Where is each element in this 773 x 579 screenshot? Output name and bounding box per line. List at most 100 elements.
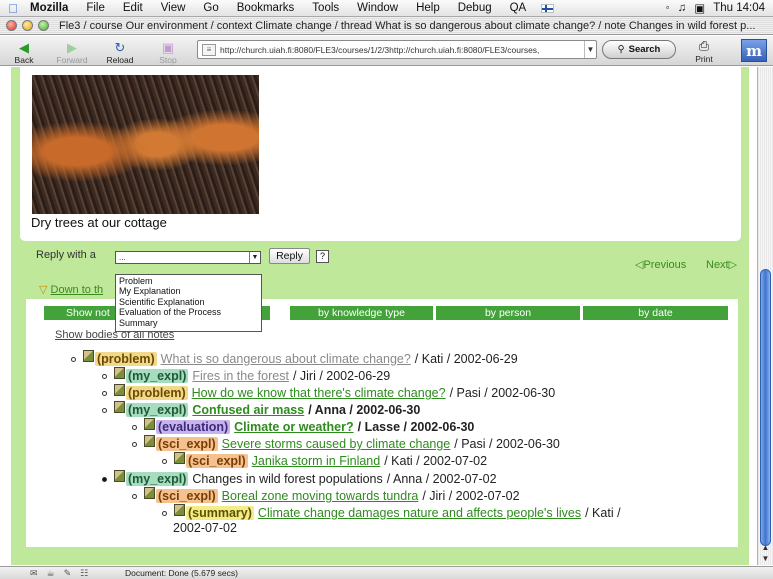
back-arrow-icon: ◀ [19, 39, 29, 55]
menu-file[interactable]: File [77, 2, 114, 14]
thread-node: (my_expl) Confused air mass / Anna / 200… [102, 401, 421, 417]
url-history-dropdown-icon[interactable]: ▼ [584, 41, 596, 58]
note-link[interactable]: Janika storm in Finland [252, 454, 381, 468]
scroll-down-arrow-icon[interactable]: ▼ [759, 554, 772, 564]
forward-arrow-icon: ▶ [67, 39, 77, 55]
tab-by-person[interactable]: by person [436, 306, 580, 320]
close-window-button[interactable] [6, 20, 17, 31]
stop-button[interactable]: ▣ Stop [144, 37, 192, 65]
reload-button[interactable]: ↻ Reload [96, 37, 144, 65]
mail-icon[interactable]: ✉ [30, 568, 38, 579]
vertical-scrollbar[interactable]: ▲ ▼ [757, 67, 773, 565]
option-evaluation-of-process[interactable]: Evaluation of the Process [119, 307, 258, 317]
page-favicon-icon: ≡ [202, 43, 216, 56]
note-meta: / Anna / 2002-06-30 [308, 403, 421, 417]
menu-debug[interactable]: Debug [449, 2, 501, 14]
note-meta: / Kati / 2002-06-29 [414, 352, 518, 366]
previous-link[interactable]: ◁Previous [635, 258, 686, 271]
note-body: Dry trees at our cottage [20, 67, 741, 241]
menu-help[interactable]: Help [407, 2, 449, 14]
thread-node: (sci_expl) Boreal zone moving towards tu… [132, 487, 520, 503]
print-label: Print [695, 54, 713, 64]
window-title: Fle3 / course Our environment / context … [59, 19, 756, 32]
knowledge-type-tag: (problem) [95, 352, 157, 366]
tab-by-date[interactable]: by date [583, 306, 728, 320]
thread-node-date-wrap: 2002-07-02 [173, 521, 237, 535]
volume-icon[interactable]: ♫ [678, 2, 687, 14]
knowledge-type-tag: (sci_expl) [156, 489, 218, 503]
thread-node-current: (my_expl) Changes in wild forest populat… [102, 470, 497, 486]
wifi-icon[interactable]: ◦ [666, 2, 670, 14]
bullet-icon [162, 458, 167, 464]
zoom-window-button[interactable] [38, 20, 49, 31]
print-button[interactable]: ⎙ Print [686, 38, 722, 64]
note-link[interactable]: Boreal zone moving towards tundra [222, 489, 419, 503]
addressbook-icon[interactable]: ☷ [80, 568, 88, 579]
navigator-icon[interactable]: ☕ [47, 568, 55, 579]
knowledge-type-tag: (summary) [186, 506, 254, 520]
option-summary[interactable]: Summary [119, 318, 258, 328]
note-link[interactable]: Climate change damages nature and affect… [258, 506, 581, 520]
window-title-bar[interactable]: Fle3 / course Our environment / context … [0, 17, 773, 35]
bullet-icon [132, 493, 137, 499]
help-button[interactable]: ? [316, 250, 329, 263]
forward-button[interactable]: ▶ Forward [48, 37, 96, 65]
mozilla-logo-icon[interactable]: m [741, 39, 767, 62]
url-bar[interactable]: ≡ http://church.uiah.fi:8080/FLE3/course… [197, 40, 597, 59]
note-link[interactable]: Climate or weather? [234, 420, 353, 434]
current-bullet-icon [102, 476, 107, 482]
menu-view[interactable]: View [152, 2, 195, 14]
note-icon [83, 350, 94, 362]
bullet-icon [132, 441, 137, 447]
note-icon [144, 418, 155, 430]
note-link[interactable]: Severe storms caused by climate change [222, 437, 451, 451]
select-arrow-icon[interactable]: ▼ [249, 252, 260, 263]
note-icon [174, 452, 185, 464]
search-button[interactable]: ⚲ Search [602, 40, 676, 59]
scroll-up-arrow-icon[interactable]: ▲ [759, 543, 772, 553]
option-problem[interactable]: Problem [119, 276, 258, 286]
composer-icon[interactable]: ✎ [64, 568, 72, 579]
scrollbar-thumb[interactable] [760, 269, 771, 546]
menu-tools[interactable]: Tools [303, 2, 348, 14]
reload-label: Reload [106, 54, 134, 65]
url-input[interactable]: http://church.uiah.fi:8080/FLE3/courses/… [220, 45, 584, 55]
reply-button[interactable]: Reply [269, 248, 310, 264]
thread-node: (sci_expl) Severe storms caused by clima… [132, 435, 560, 451]
reply-type-dropdown: Problem My Explanation Scientific Explan… [115, 274, 262, 332]
option-scientific-explanation[interactable]: Scientific Explanation [119, 297, 258, 307]
menu-app[interactable]: Mozilla [26, 2, 77, 14]
back-button[interactable]: ◀ Back [0, 37, 48, 65]
tab-by-knowledge-type[interactable]: by knowledge type [290, 306, 433, 320]
apple-menu-icon[interactable]:  [0, 1, 26, 16]
note-link[interactable]: What is so dangerous about climate chang… [161, 352, 411, 366]
option-my-explanation[interactable]: My Explanation [119, 286, 258, 296]
minimize-window-button[interactable] [22, 20, 33, 31]
note-icon [114, 367, 125, 379]
reply-type-select[interactable]: ... ▼ [115, 251, 261, 264]
menu-bookmarks[interactable]: Bookmarks [228, 2, 304, 14]
current-note-title: Changes in wild forest populations [192, 472, 383, 486]
menu-edit[interactable]: Edit [114, 2, 152, 14]
knowledge-type-tag: (sci_expl) [156, 437, 218, 451]
clock[interactable]: Thu 14:04 [713, 2, 765, 14]
thread-node: (my_expl) Fires in the forest / Jiri / 2… [102, 367, 390, 383]
menu-qa[interactable]: QA [501, 2, 536, 14]
note-link[interactable]: Fires in the forest [192, 369, 289, 383]
next-link[interactable]: Next▷ [706, 258, 737, 271]
down-to-thread-link[interactable]: ▽ Down to th [39, 283, 103, 296]
note-link[interactable]: Confused air mass [192, 403, 304, 417]
forward-label: Forward [56, 54, 88, 65]
stop-label: Stop [159, 54, 177, 65]
menu-window[interactable]: Window [348, 2, 407, 14]
down-label: Down to th [50, 284, 104, 296]
note-meta: / Pasi / 2002-06-30 [454, 437, 560, 451]
finnish-flag-icon[interactable] [541, 3, 555, 13]
window-controls [0, 20, 59, 31]
search-icon: ⚲ [617, 44, 625, 55]
note-link[interactable]: How do we know that there's climate chan… [192, 386, 446, 400]
display-icon[interactable]: ▣ [694, 1, 705, 15]
menu-go[interactable]: Go [194, 2, 227, 14]
thread-node: (sci_expl) Janika storm in Finland / Kat… [162, 452, 487, 468]
note-icon [174, 504, 185, 516]
